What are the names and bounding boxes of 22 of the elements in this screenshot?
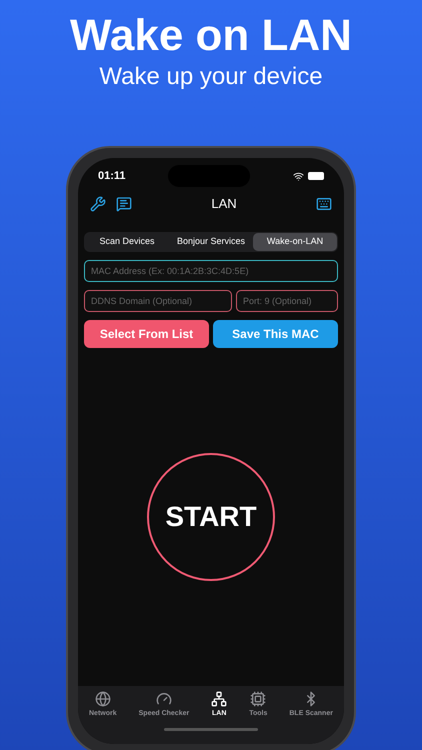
mac-address-field[interactable]: MAC Address (Ex: 00:1A:2B:3C:4D:5E) xyxy=(84,260,338,282)
chip-icon xyxy=(250,691,266,707)
action-button[interactable]: Select From List xyxy=(84,320,209,348)
start-button[interactable]: START xyxy=(147,453,275,581)
gauge-icon xyxy=(156,691,172,707)
wifi-icon xyxy=(293,170,304,182)
subheadline: Wake up your device xyxy=(99,62,323,92)
action-button[interactable]: Save This MAC xyxy=(213,320,338,348)
segment-tab[interactable]: Bonjour Services xyxy=(169,233,253,251)
chat-icon[interactable] xyxy=(116,196,132,212)
nav-title: LAN xyxy=(211,195,237,214)
network-icon xyxy=(211,691,228,707)
globe-icon xyxy=(94,691,111,707)
ddns-domain-field[interactable]: DDNS Domain (Optional) xyxy=(84,290,232,312)
segment-tab[interactable]: Wake-on-LAN xyxy=(253,233,337,251)
tools-icon[interactable] xyxy=(90,196,106,212)
segment-tab[interactable]: Scan Devices xyxy=(85,233,169,251)
status-time: 01:11 xyxy=(98,168,126,184)
port-field[interactable]: Port: 9 (Optional) xyxy=(236,290,338,312)
battery-icon xyxy=(308,172,324,180)
keyboard-icon[interactable] xyxy=(316,196,332,212)
headline: Wake on LAN xyxy=(70,12,352,60)
